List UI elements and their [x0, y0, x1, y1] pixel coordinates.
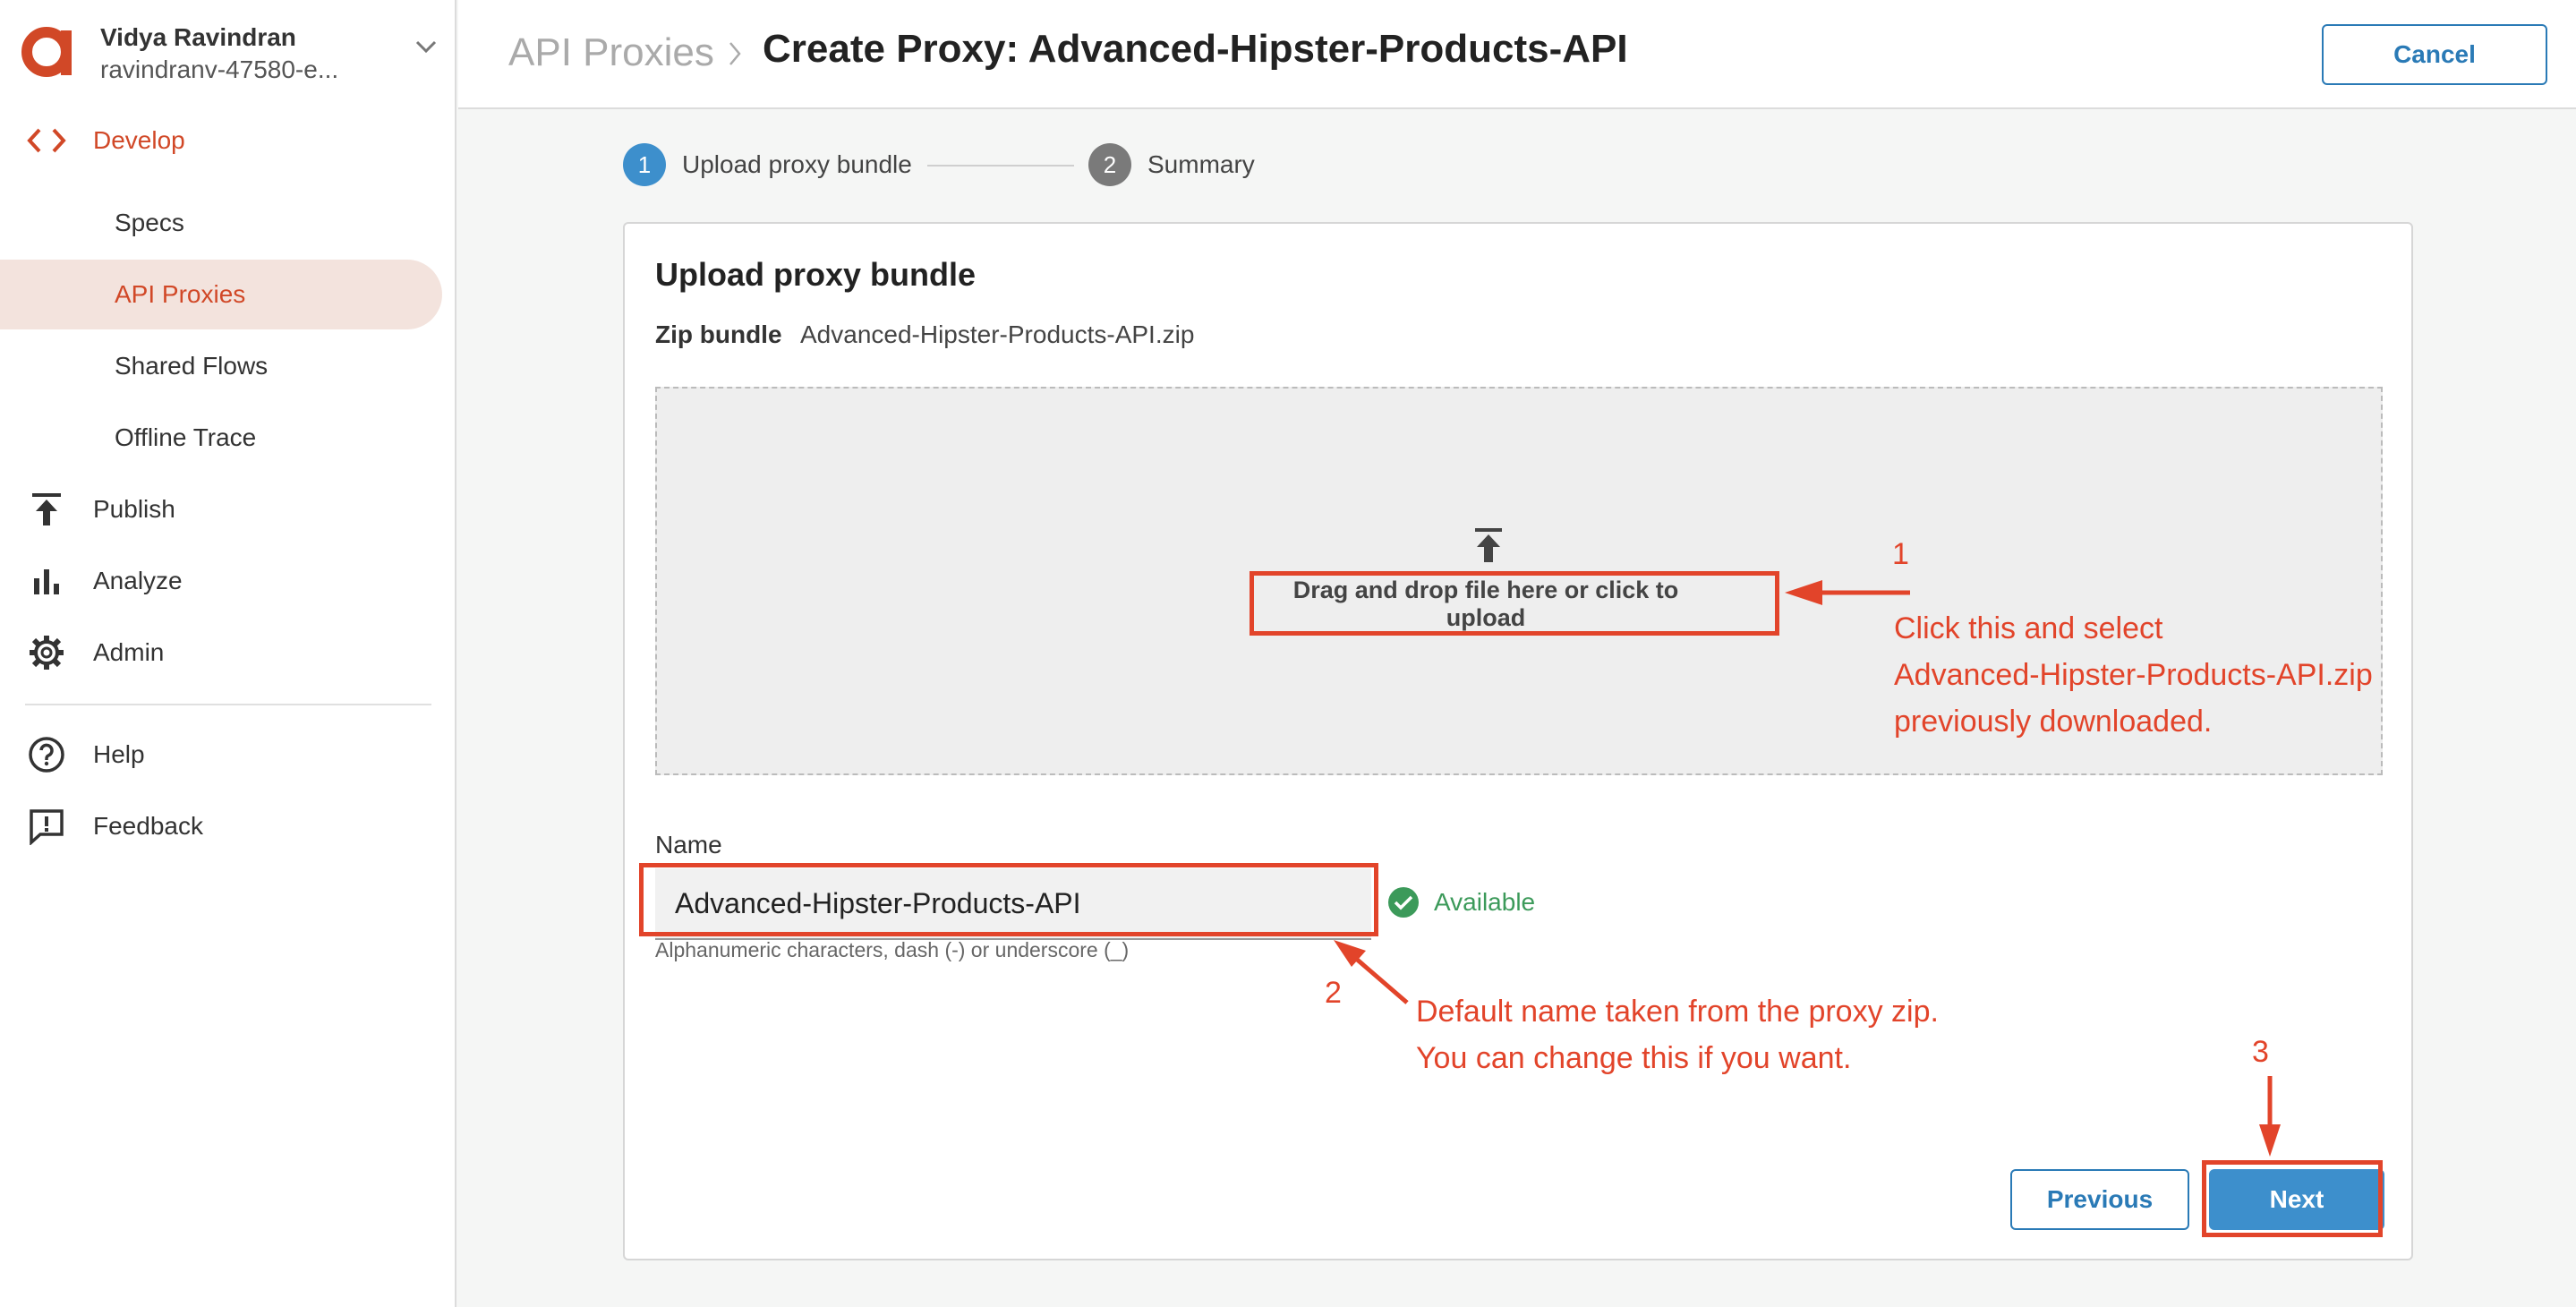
check-circle-icon	[1388, 887, 1419, 918]
annotation-box-name	[639, 863, 1378, 936]
annotation-number-2: 2	[1325, 976, 1342, 1010]
breadcrumb-api-proxies[interactable]: API Proxies	[508, 30, 714, 75]
annotation-text-2: Default name taken from the proxy zip. Y…	[1416, 995, 1939, 1075]
annotation-number-1: 1	[1892, 537, 1909, 571]
nav-analyze[interactable]: Analyze	[0, 546, 442, 616]
sidebar-item-shared-flows[interactable]: Shared Flows	[0, 331, 442, 401]
nav-admin-label: Admin	[93, 638, 165, 666]
available-label: Available	[1434, 888, 1536, 916]
apigee-logo-icon	[21, 27, 72, 77]
cancel-button[interactable]: Cancel	[2322, 24, 2547, 85]
account-name: Vidya Ravindran	[100, 23, 296, 51]
sidebar-divider	[25, 704, 431, 705]
upload-icon	[1475, 528, 1502, 562]
annotation-text-1: Click this and select Advanced-Hipster-P…	[1894, 611, 2373, 739]
nav-feedback-label: Feedback	[93, 812, 203, 840]
step-upload: 1 Upload proxy bundle	[623, 143, 912, 186]
name-label: Name	[655, 831, 722, 859]
help-icon	[27, 735, 66, 774]
annotation-box-next	[2202, 1160, 2383, 1237]
step-summary: 2 Summary	[1088, 143, 1255, 186]
nav-develop[interactable]: Develop	[0, 106, 442, 175]
nav-publish-label: Publish	[93, 495, 175, 523]
sidebar-item-offline-trace[interactable]: Offline Trace	[0, 403, 442, 473]
step-connector	[927, 165, 1074, 167]
name-hint: Alphanumeric characters, dash (-) or und…	[655, 938, 1130, 961]
nav-publish[interactable]: Publish	[0, 474, 442, 544]
zip-bundle-value: Advanced-Hipster-Products-API.zip	[800, 320, 1195, 348]
chevron-right-icon	[729, 42, 741, 65]
nav-analyze-label: Analyze	[93, 567, 183, 594]
previous-button[interactable]: Previous	[2010, 1169, 2189, 1230]
account-switcher[interactable]: Vidya Ravindran ravindranv-47580-e...	[21, 20, 442, 83]
card-title: Upload proxy bundle	[655, 256, 977, 293]
publish-icon	[27, 490, 66, 529]
nav-help[interactable]: Help	[0, 720, 442, 790]
annotation-box-upload	[1250, 571, 1779, 636]
sidebar-item-label: API Proxies	[115, 280, 246, 308]
nav-feedback[interactable]: Feedback	[0, 791, 442, 861]
sidebar: Vidya Ravindran ravindranv-47580-e... De…	[0, 0, 456, 1307]
annotation-number-3: 3	[2252, 1035, 2269, 1069]
sidebar-item-label: Shared Flows	[115, 352, 269, 380]
nav-help-label: Help	[93, 740, 145, 768]
account-org: ravindranv-47580-e...	[100, 56, 339, 83]
feedback-icon	[27, 807, 66, 846]
nav-develop-label: Develop	[93, 126, 185, 154]
code-icon	[27, 121, 66, 160]
sidebar-item-label: Specs	[115, 209, 184, 236]
step-label: Summary	[1147, 150, 1255, 178]
page-title: Create Proxy: Advanced-Hipster-Products-…	[763, 27, 1628, 71]
page-header: API Proxies Create Proxy: Advanced-Hipst…	[458, 0, 2576, 109]
zip-bundle-label: Zip bundle	[655, 320, 782, 348]
step-label: Upload proxy bundle	[682, 150, 912, 178]
bar-chart-icon	[27, 561, 66, 601]
availability-status: Available	[1387, 886, 1535, 918]
sidebar-item-api-proxies[interactable]: API Proxies	[0, 260, 442, 329]
gear-icon	[27, 633, 66, 672]
nav-admin[interactable]: Admin	[0, 618, 442, 688]
sidebar-item-label: Offline Trace	[115, 423, 257, 451]
chevron-down-icon[interactable]	[410, 30, 442, 63]
sidebar-item-specs[interactable]: Specs	[0, 188, 442, 258]
step-number: 2	[1088, 143, 1131, 186]
step-number: 1	[623, 143, 666, 186]
